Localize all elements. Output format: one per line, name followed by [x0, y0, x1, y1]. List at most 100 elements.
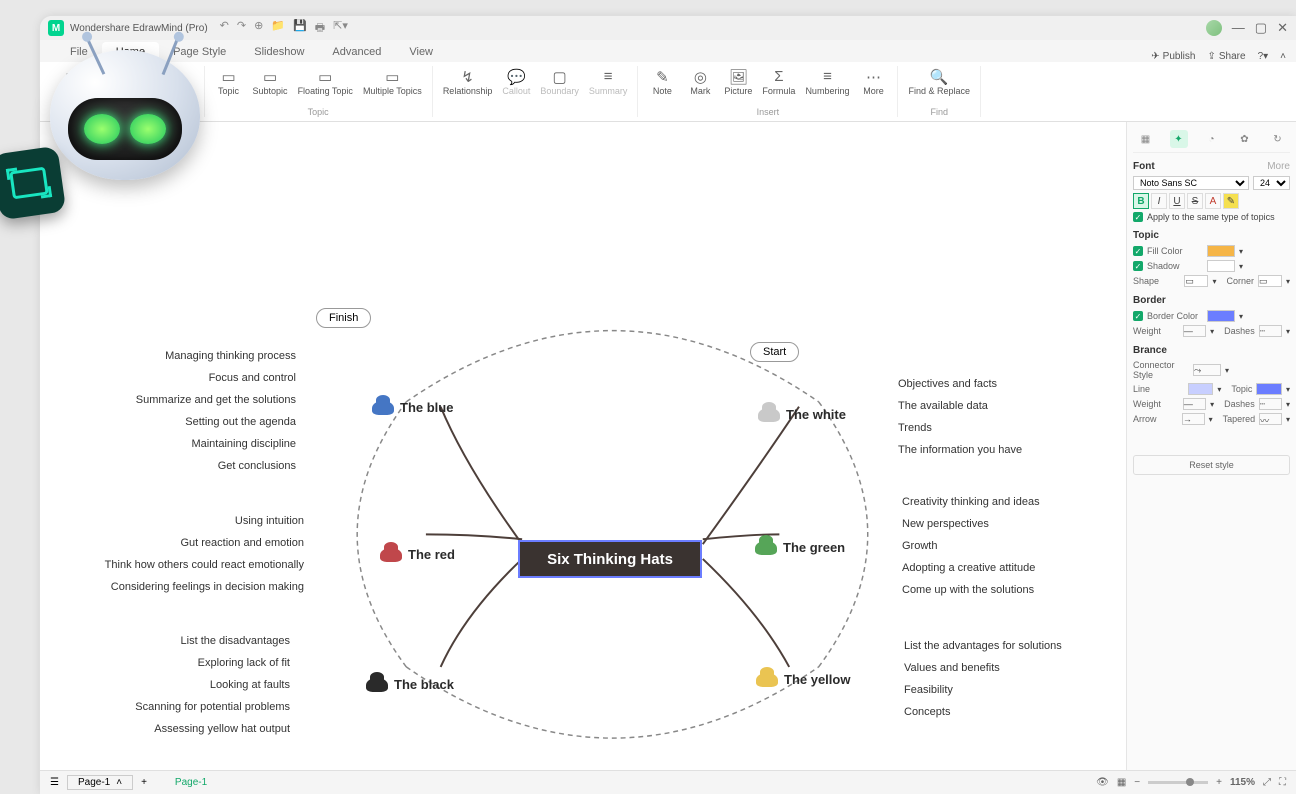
leaf[interactable]: Trends — [898, 422, 932, 434]
print-icon[interactable]: 🖶 — [315, 19, 325, 38]
fullscreen-icon[interactable]: ⛶ — [1279, 777, 1286, 788]
note-button[interactable]: ✎Note — [644, 66, 680, 98]
format-painter-button[interactable]: 🖌Format Painter — [130, 66, 198, 98]
sp-tab-history-icon[interactable]: ↻ — [1269, 130, 1287, 148]
branch-line-swatch[interactable] — [1188, 383, 1214, 395]
leaf[interactable]: Adopting a creative attitude — [902, 562, 1035, 574]
paste-button[interactable]: ✂Mi — [54, 66, 90, 98]
leaf[interactable]: Using intuition — [235, 515, 304, 527]
branch-dashes-select[interactable]: ┄ — [1259, 398, 1282, 410]
callout-finish[interactable]: Finish — [316, 308, 371, 328]
strike-button[interactable]: S — [1187, 193, 1203, 209]
branch-weight-select[interactable]: — — [1183, 398, 1206, 410]
leaf[interactable]: Setting out the agenda — [185, 416, 296, 428]
floating-topic-button[interactable]: ▭Floating Topic — [294, 66, 357, 98]
zoom-in-button[interactable]: + — [1216, 777, 1222, 788]
publish-button[interactable]: ✈ Publish — [1151, 51, 1195, 62]
leaf[interactable]: List the advantages for solutions — [904, 640, 1062, 652]
tab-home[interactable]: Home — [102, 42, 159, 62]
border-color-swatch[interactable] — [1207, 310, 1235, 322]
shadow-check[interactable]: ✓ — [1133, 261, 1143, 271]
highlight-button[interactable]: ✎ — [1223, 193, 1239, 209]
leaf[interactable]: The available data — [898, 400, 988, 412]
leaf[interactable]: Maintaining discipline — [191, 438, 296, 450]
font-color-button[interactable]: A — [1205, 193, 1221, 209]
bold-button[interactable]: B — [1133, 193, 1149, 209]
zoom-out-button[interactable]: − — [1134, 777, 1140, 788]
leaf[interactable]: Come up with the solutions — [902, 584, 1034, 596]
add-page-button[interactable]: + — [141, 777, 147, 788]
sp-tab-tag-icon[interactable]: ◔ — [1203, 130, 1221, 148]
tab-page-style[interactable]: Page Style — [159, 42, 240, 62]
page-selector[interactable]: Page-1 ˄ — [67, 775, 133, 790]
topic-black[interactable]: The black — [366, 677, 454, 692]
topic-green[interactable]: The green — [755, 540, 845, 555]
topic-blue[interactable]: The blue — [372, 400, 453, 415]
topic-red[interactable]: The red — [380, 547, 455, 562]
summary-button[interactable]: ≡Summary — [585, 66, 632, 98]
close-icon[interactable]: ✕ — [1277, 20, 1288, 36]
leaf[interactable]: Growth — [902, 540, 937, 552]
zoom-value[interactable]: 115% — [1230, 777, 1255, 788]
callout-button[interactable]: 💬Callout — [498, 66, 534, 98]
sp-tab-icon-icon[interactable]: ✿ — [1236, 130, 1254, 148]
fill-check[interactable]: ✓ — [1133, 246, 1143, 256]
leaf[interactable]: Feasibility — [904, 684, 953, 696]
leaf[interactable]: The information you have — [898, 444, 1022, 456]
fill-color-swatch[interactable] — [1207, 245, 1235, 257]
leaf[interactable]: Summarize and get the solutions — [136, 394, 296, 406]
leaf[interactable]: Considering feelings in decision making — [111, 581, 304, 593]
leaf[interactable]: Scanning for potential problems — [135, 701, 290, 713]
corner-select[interactable]: ▭ — [1258, 275, 1282, 287]
collapse-ribbon-icon[interactable]: ˄ — [1280, 51, 1286, 62]
leaf[interactable]: Exploring lack of fit — [198, 657, 290, 669]
leaf[interactable]: New perspectives — [902, 518, 989, 530]
grid-icon[interactable]: ▦ — [1117, 777, 1126, 788]
multiple-topics-button[interactable]: ▭Multiple Topics — [359, 66, 426, 98]
leaf[interactable]: Gut reaction and emotion — [180, 537, 304, 549]
leaf[interactable]: Creativity thinking and ideas — [902, 496, 1040, 508]
tab-file[interactable]: File — [56, 42, 102, 62]
leaf[interactable]: Get conclusions — [218, 460, 296, 472]
underline-button[interactable]: U — [1169, 193, 1185, 209]
mark-button[interactable]: ◎Mark — [682, 66, 718, 98]
tab-view[interactable]: View — [395, 42, 447, 62]
leaf[interactable]: Think how others could react emotionally — [105, 559, 304, 571]
branch-topic-swatch[interactable] — [1256, 383, 1282, 395]
boundary-button[interactable]: ▢Boundary — [536, 66, 583, 98]
picture-button[interactable]: 🖼Picture — [720, 66, 756, 98]
subtopic-button[interactable]: ▭Subtopic — [249, 66, 292, 98]
tab-advanced[interactable]: Advanced — [318, 42, 395, 62]
find-replace-button[interactable]: 🔍Find & Replace — [904, 66, 974, 98]
apply-type-check[interactable]: ✓ — [1133, 212, 1143, 222]
border-check[interactable]: ✓ — [1133, 311, 1143, 321]
copy-button[interactable]: ⧉Copy — [92, 66, 128, 98]
zoom-slider[interactable] — [1148, 781, 1208, 784]
maximize-icon[interactable]: ▢ — [1255, 20, 1267, 36]
callout-start[interactable]: Start — [750, 342, 799, 362]
shadow-swatch[interactable] — [1207, 260, 1235, 272]
help-icon[interactable]: ?▾ — [1258, 51, 1269, 62]
border-dashes-select[interactable]: ┄ — [1259, 325, 1282, 337]
outline-icon[interactable]: ☰ — [50, 777, 59, 788]
redo-icon[interactable]: ↷ — [237, 19, 246, 38]
leaf[interactable]: Concepts — [904, 706, 950, 718]
branch-arrow-select[interactable]: → — [1182, 413, 1205, 425]
leaf[interactable]: List the disadvantages — [181, 635, 290, 647]
connector-select[interactable]: ⤳ — [1193, 364, 1221, 376]
topic-yellow[interactable]: The yellow — [756, 672, 850, 687]
leaf[interactable]: Managing thinking process — [165, 350, 296, 362]
numbering-button[interactable]: ≡Numbering — [801, 66, 853, 98]
sp-tab-layout-icon[interactable]: ▦ — [1137, 130, 1155, 148]
tab-slideshow[interactable]: Slideshow — [240, 42, 318, 62]
export-icon[interactable]: ⇱▾ — [333, 19, 348, 38]
topic-white[interactable]: The white — [758, 407, 846, 422]
minimize-icon[interactable]: — — [1232, 20, 1245, 36]
shape-select[interactable]: ▭ — [1184, 275, 1208, 287]
leaf[interactable]: Objectives and facts — [898, 378, 997, 390]
sp-font-more[interactable]: More — [1267, 161, 1290, 172]
view-icon[interactable]: 👁 — [1096, 777, 1109, 788]
leaf[interactable]: Values and benefits — [904, 662, 1000, 674]
branch-tapered-select[interactable]: 〰 — [1259, 413, 1282, 425]
page-tab[interactable]: Page-1 — [175, 777, 207, 788]
